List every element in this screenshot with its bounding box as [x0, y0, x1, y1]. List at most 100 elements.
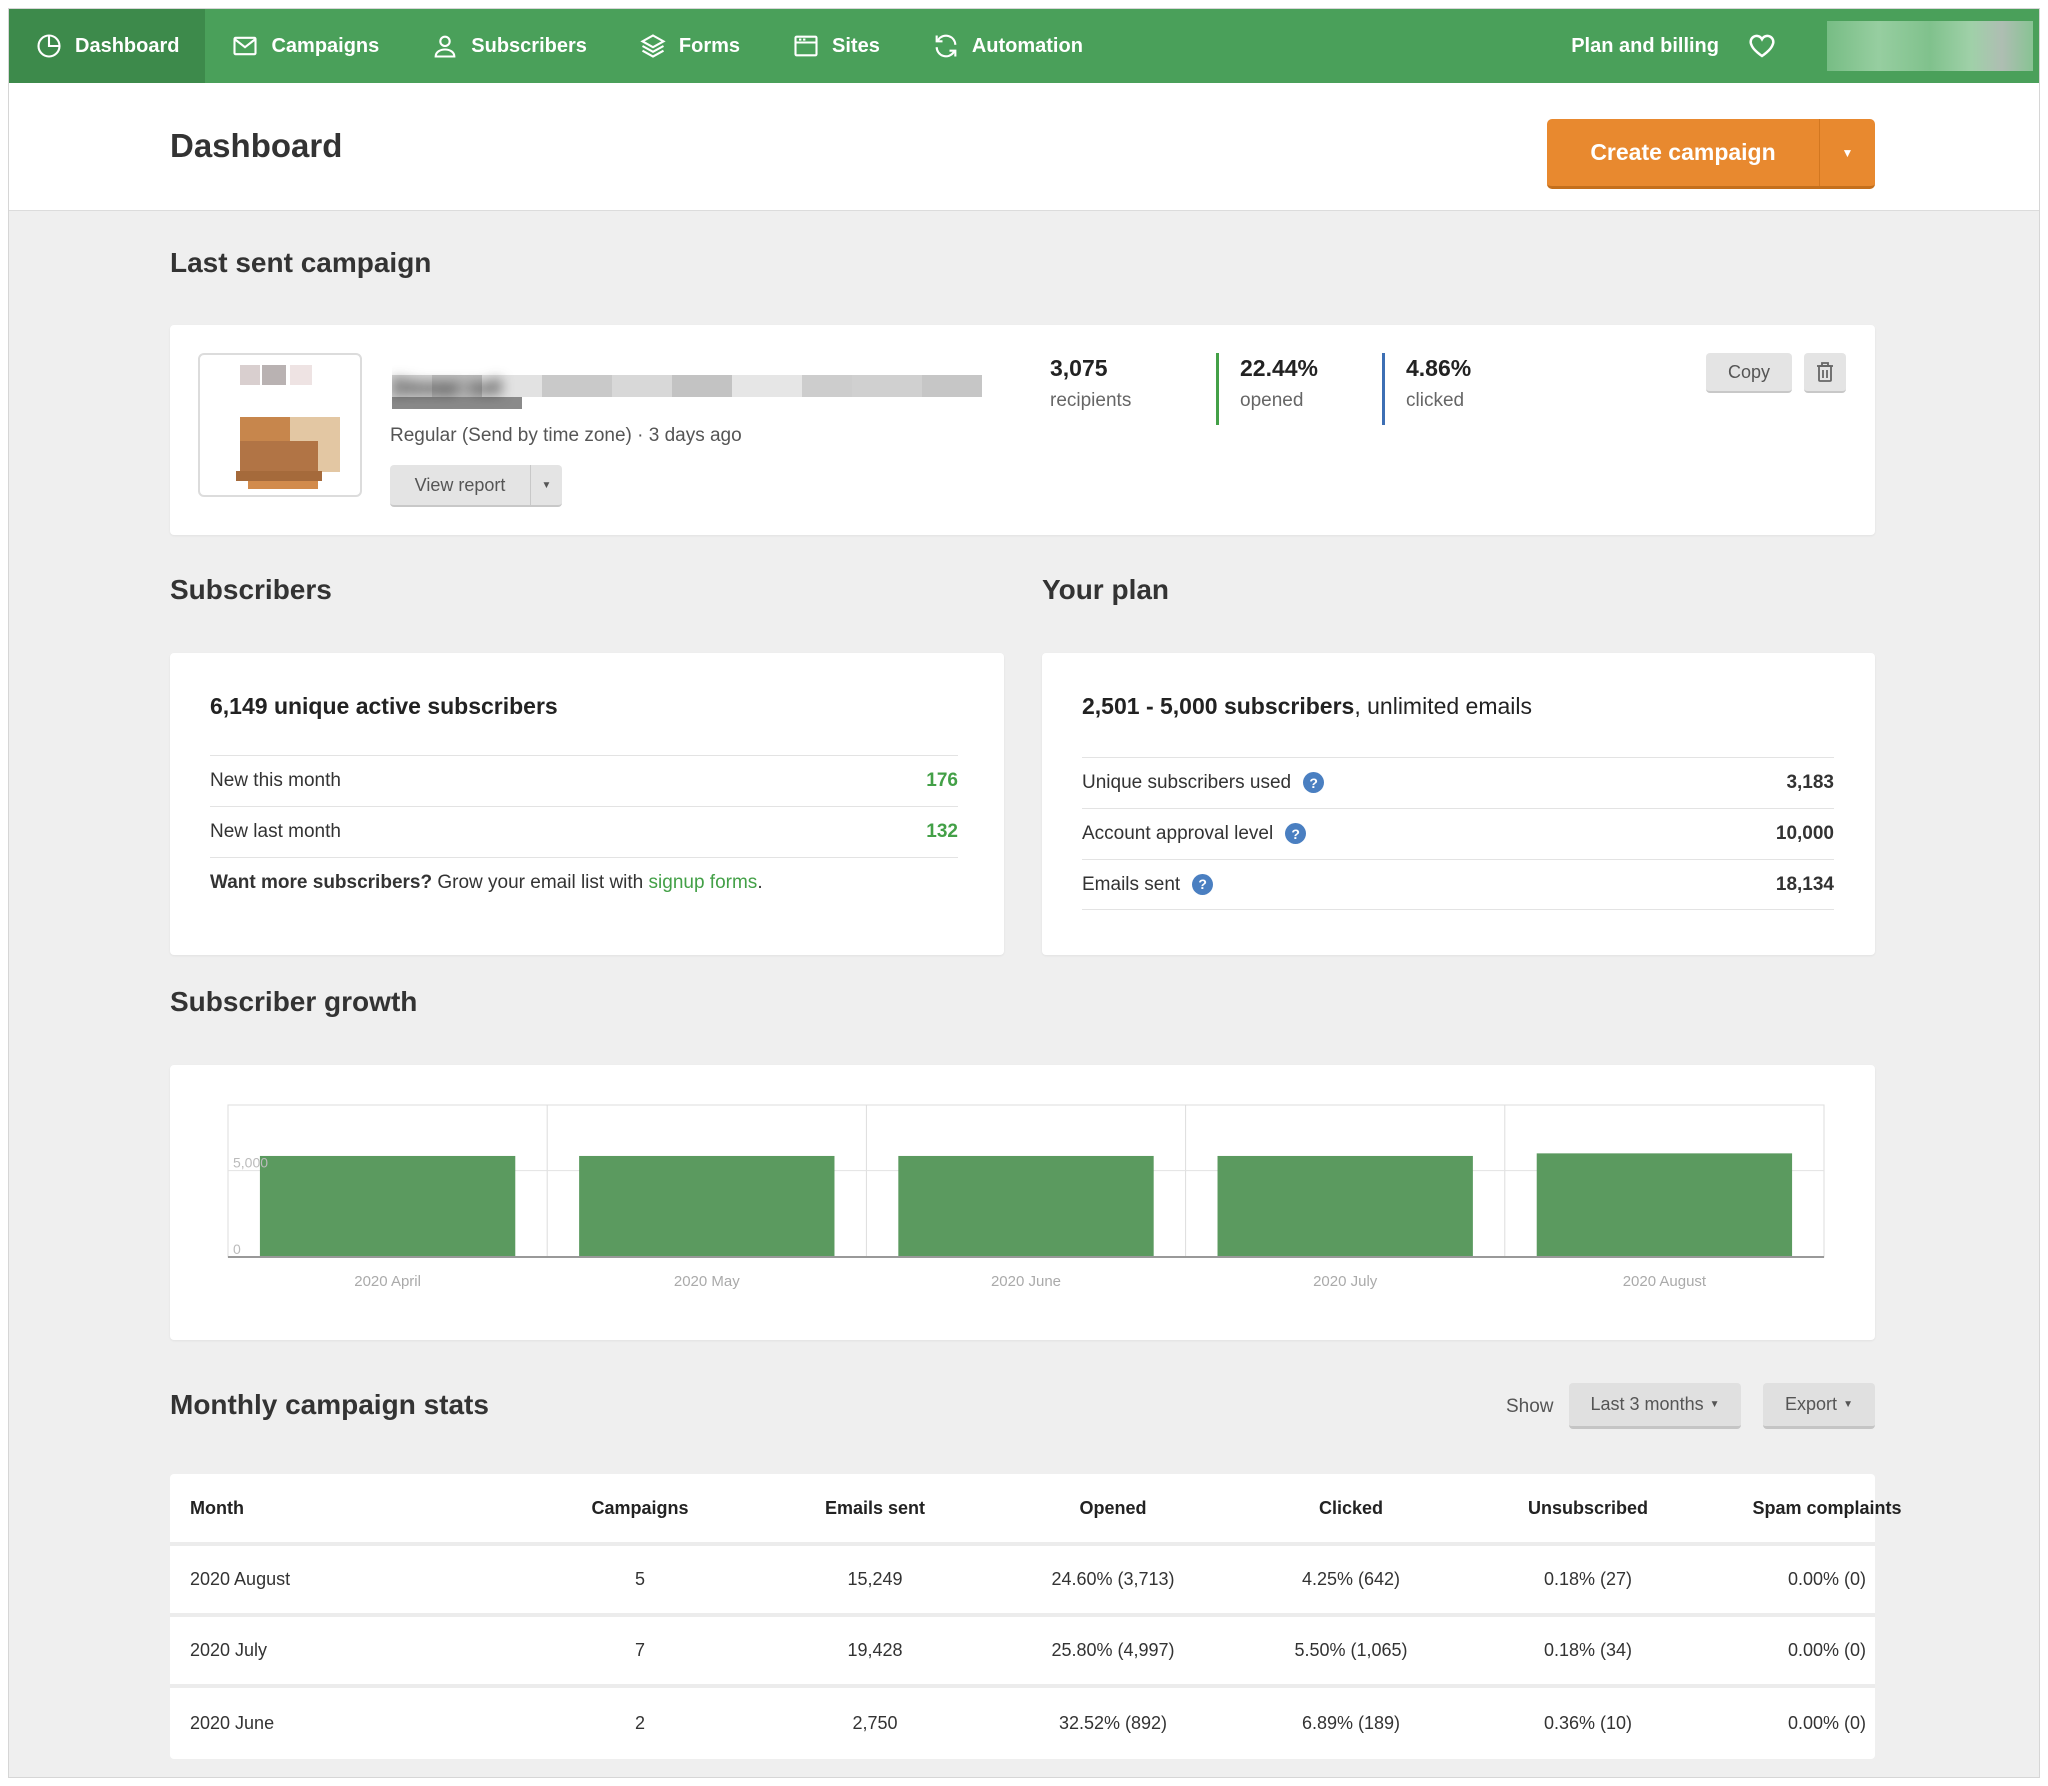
chevron-down-icon: ▼: [1709, 1399, 1720, 1410]
browser-window-icon: [794, 35, 818, 57]
signup-cta-end: .: [757, 872, 763, 893]
user-icon: [434, 35, 456, 58]
campaign-name[interactable]: Dinner roll: [392, 375, 502, 401]
plan-row-value: 3,183: [1786, 772, 1834, 793]
subscribers-row-value: 132: [926, 821, 958, 842]
subscribers-row: New this month 176: [210, 755, 958, 806]
nav-subscribers-label: Subscribers: [471, 34, 587, 57]
column-header-unsubscribed[interactable]: Unsubscribed: [1448, 1498, 1728, 1519]
subscriber-growth-chart: 0 5,000 2020 April 2020 May 2020 June 2020 Ju…: [227, 1104, 1825, 1290]
cell-month: 2020 July: [190, 1640, 268, 1660]
plan-heading-bold: 2,501 - 5,000 subscribers: [1082, 693, 1355, 719]
column-header-spam[interactable]: Spam complaints: [1687, 1498, 1967, 1519]
plan-row-label: Emails sent: [1082, 873, 1181, 895]
heart-icon[interactable]: [1747, 31, 1777, 61]
opened-stat: 22.44% opened: [1240, 355, 1318, 412]
column-header-month[interactable]: Month: [190, 1498, 244, 1519]
cell-unsubscribed: 0.36% (10): [1543, 1713, 1633, 1733]
subscribers-row-label: New last month: [210, 821, 341, 842]
campaign-thumbnail-image: [236, 365, 340, 489]
export-label: Export: [1785, 1394, 1838, 1414]
growth-chart-card: 0 5,000 2020 April 2020 May 2020 June 2020 Ju…: [170, 1065, 1875, 1340]
campaign-thumbnail[interactable]: [198, 353, 362, 497]
nav-plan-billing[interactable]: Plan and billing: [1571, 9, 1719, 83]
subscribers-card: 6,149 unique active subscribers New this…: [170, 653, 1004, 955]
nav-campaigns[interactable]: Campaigns: [205, 9, 405, 83]
show-label: Show: [1506, 1396, 1554, 1417]
cell-unsubscribed: 0.18% (27): [1543, 1569, 1633, 1589]
recipients-label: recipients: [1050, 390, 1132, 411]
layers-icon: [640, 34, 666, 58]
view-report-dropdown-caret[interactable]: ▼: [530, 465, 562, 505]
chart-bar: [898, 1155, 1154, 1257]
plan-section-title: Your plan: [1042, 574, 1170, 605]
pie-chart-icon: [37, 34, 61, 58]
plan-row-label: Account approval level: [1082, 823, 1274, 844]
nav-automation-label: Automation: [971, 34, 1083, 57]
plan-card: 2,501 - 5,000 subscribers, unlimited ema…: [1042, 653, 1875, 955]
page-title: Dashboard: [170, 127, 343, 164]
chart-y-tick-label: 0: [233, 1241, 241, 1257]
create-campaign-button[interactable]: Create campaign ▼: [1547, 119, 1875, 189]
chart-x-tick-label: 2020 August: [1623, 1273, 1707, 1290]
range-dropdown-label: Last 3 months: [1590, 1394, 1704, 1414]
campaign-meta: Regular (Send by time zone) · 3 days ago: [390, 425, 742, 446]
campaign-name-wrapper: Dinner roll: [392, 353, 982, 409]
nav-sites-label: Sites: [832, 34, 880, 57]
signup-cta: Want more subscribers? Grow your email l…: [210, 857, 958, 908]
nav-sites[interactable]: Sites: [766, 9, 906, 83]
signup-forms-link[interactable]: signup forms: [649, 872, 758, 893]
nav-subscribers[interactable]: Subscribers: [405, 9, 613, 83]
subscribers-heading: 6,149 unique active subscribers: [210, 693, 558, 719]
page-header: Dashboard Create campaign ▼: [9, 83, 2039, 211]
help-icon[interactable]: ?: [1285, 823, 1307, 845]
top-navigation: Dashboard Campaigns Subscribers Forms Si…: [9, 9, 2039, 83]
nav-automation[interactable]: Automation: [906, 9, 1109, 83]
export-dropdown[interactable]: Export ▼: [1763, 1383, 1875, 1429]
cell-spam: 0.00% (0): [1787, 1713, 1867, 1733]
chevron-down-icon: ▼: [1843, 1399, 1853, 1410]
clicked-value: 4.86%: [1406, 355, 1472, 381]
nav-dashboard[interactable]: Dashboard: [9, 9, 206, 83]
signup-cta-bold: Want more subscribers?: [210, 872, 433, 893]
opened-divider: [1216, 353, 1219, 425]
create-campaign-dropdown-caret[interactable]: ▼: [1819, 119, 1875, 186]
chart-x-tick-label: 2020 May: [674, 1273, 740, 1290]
last-campaign-card: Dinner roll Regular (Send by time zone) …: [170, 325, 1875, 535]
chart-bar: [1536, 1153, 1793, 1257]
cell-month: 2020 August: [190, 1569, 291, 1589]
subscribers-row-value: 176: [926, 770, 958, 791]
clicked-stat: 4.86% clicked: [1406, 355, 1471, 412]
nav-dashboard-label: Dashboard: [75, 34, 180, 57]
chart-bar: [259, 1155, 516, 1257]
opened-value: 22.44%: [1240, 355, 1319, 381]
chart-y-tick-label: 5,000: [233, 1155, 268, 1171]
nav-plan-billing-label: Plan and billing: [1571, 34, 1719, 57]
opened-label: opened: [1240, 390, 1304, 411]
subscribers-row: New last month 132: [210, 806, 958, 857]
chart-x-tick-label: 2020 April: [354, 1273, 421, 1290]
delete-button[interactable]: [1804, 353, 1846, 393]
help-icon[interactable]: ?: [1192, 873, 1214, 895]
nav-forms[interactable]: Forms: [613, 9, 766, 83]
clicked-label: clicked: [1406, 390, 1465, 411]
table-header-row: Month Campaigns Emails sent Opened Click…: [170, 1474, 1902, 1546]
plan-heading: 2,501 - 5,000 subscribers, unlimited ema…: [1082, 693, 1532, 720]
account-avatar[interactable]: [1827, 21, 2033, 71]
last-campaign-section-title: Last sent campaign: [170, 247, 432, 278]
copy-button[interactable]: Copy: [1706, 353, 1792, 393]
subscribers-section-title: Subscribers: [170, 574, 332, 605]
chart-bar: [1217, 1155, 1473, 1257]
growth-section-title: Subscriber growth: [170, 986, 418, 1017]
range-dropdown[interactable]: Last 3 months ▼: [1569, 1383, 1741, 1429]
nav-right-group: Plan and billing: [1571, 9, 2039, 83]
help-icon[interactable]: ?: [1303, 772, 1325, 794]
cell-spam: 0.00% (0): [1787, 1640, 1867, 1660]
table-row: 2020 July 7 19,428 25.80% (4,997) 5.50% …: [170, 1617, 1875, 1688]
recipients-stat: 3,075 recipients: [1050, 355, 1131, 412]
table-row: 2020 June 2 2,750 32.52% (892) 6.89% (18…: [170, 1688, 1875, 1759]
cell-month: 2020 June: [190, 1713, 275, 1733]
plan-row-label: Unique subscribers used: [1082, 772, 1292, 793]
view-report-button[interactable]: View report ▼: [390, 465, 562, 507]
view-report-label: View report: [414, 474, 506, 495]
